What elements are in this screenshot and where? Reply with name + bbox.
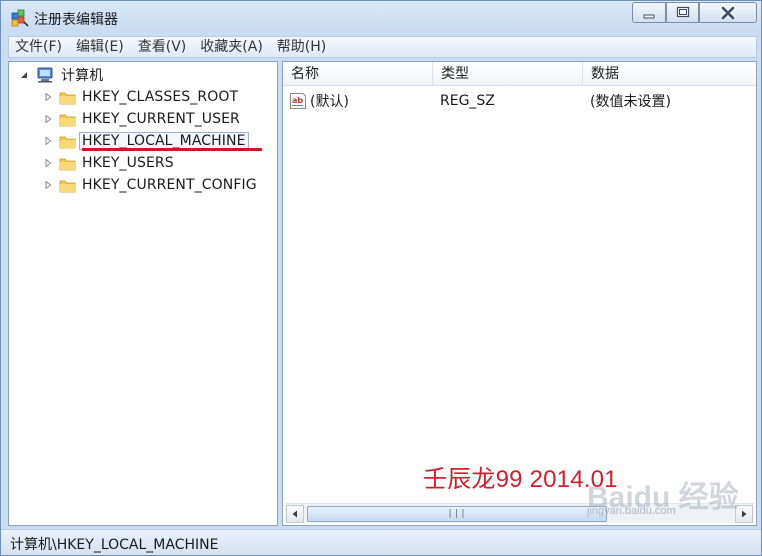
baidu-url: jingyan.baidu.com [587,505,676,517]
scroll-left-button[interactable] [286,505,304,523]
expand-arrow-icon[interactable] [43,158,53,168]
menu-favorites[interactable]: 收藏夹(A) [193,37,270,57]
list-header: 名称 类型 数据 [283,62,756,86]
status-path: 计算机\HKEY_LOCAL_MACHINE [10,537,219,553]
value-data-cell: (数值未设置) [590,94,671,110]
folder-icon [59,158,76,170]
red-underline-annotation [82,148,262,151]
tree-item[interactable]: HKEY_CURRENT_CONFIG [43,174,257,196]
tree-item-label: HKEY_CURRENT_CONFIG [82,177,257,193]
collapse-arrow-icon[interactable] [19,70,29,80]
value-type-cell: REG_SZ [440,93,495,109]
expand-arrow-icon[interactable] [43,180,53,190]
expand-arrow-icon[interactable] [43,92,53,102]
tree-item[interactable]: HKEY_CLASSES_ROOT [43,86,238,108]
column-header-type[interactable]: 类型 [433,62,583,86]
expand-arrow-icon[interactable] [43,114,53,124]
close-icon [721,6,735,19]
tree-item-label: HKEY_CLASSES_ROOT [82,89,239,105]
folder-icon [59,114,76,126]
computer-icon [37,67,53,83]
maximize-button[interactable] [666,2,699,23]
value-name-cell: ab (默认) [283,91,433,111]
column-header-name[interactable]: 名称 [283,62,433,86]
scroll-left-icon [292,510,297,518]
expand-arrow-icon[interactable] [43,136,53,146]
list-row-default[interactable]: ab (默认) REG_SZ (数值未设置) [283,90,756,112]
tree-item[interactable]: HKEY_USERS [43,152,174,174]
tree-item-label: HKEY_CURRENT_USER [82,111,240,127]
registry-editor-window: 注册表编辑器 文件(F) 编辑(E) 查看(V) 收藏夹(A) 帮助(H) 计算… [0,0,762,556]
regedit-app-icon [11,9,29,27]
folder-icon [59,92,76,104]
window-title: 注册表编辑器 [34,12,118,28]
column-header-data[interactable]: 数据 [583,62,756,86]
string-value-icon: ab [290,93,306,109]
close-button[interactable] [699,2,757,23]
scroll-thumb[interactable]: ||| [307,506,607,522]
status-bar: 计算机\HKEY_LOCAL_MACHINE [1,529,761,555]
menu-help[interactable]: 帮助(H) [270,37,333,57]
tree-root-label: 计算机 [61,68,104,84]
menu-view[interactable]: 查看(V) [131,37,194,57]
menu-edit[interactable]: 编辑(E) [69,37,131,57]
minimize-icon [643,14,655,18]
tree-item-computer[interactable]: 计算机 [19,64,103,86]
tree-item[interactable]: HKEY_CURRENT_USER [43,108,240,130]
title-bar: 注册表编辑器 [1,1,761,35]
minimize-button[interactable] [632,2,666,23]
values-list-pane[interactable]: 名称 类型 数据 ab (默认) REG_SZ (数值未设置) 壬辰龙99 20… [282,61,757,526]
folder-icon [59,136,76,148]
maximize-icon [676,6,689,18]
tree-item-label: HKEY_USERS [82,155,174,171]
key-tree-pane[interactable]: 计算机 HKEY_CLASSES_ROOT HKEY_CURRENT_USER [8,61,278,526]
scroll-grip-icon: ||| [447,509,467,519]
svg-text:ab: ab [292,96,303,105]
value-name-text: (默认) [310,94,349,110]
menu-file[interactable]: 文件(F) [9,37,69,57]
folder-icon [59,180,76,192]
menu-bar: 文件(F) 编辑(E) 查看(V) 收藏夹(A) 帮助(H) [8,36,757,58]
